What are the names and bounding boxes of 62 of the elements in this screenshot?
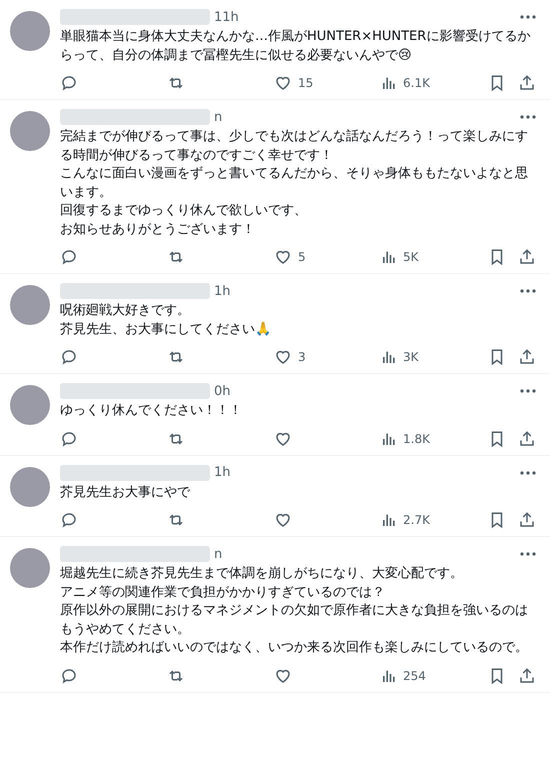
reply-text: 単眼猫本当に身体大丈夫なんかな…作風がHUNTER×HUNTERに影響受けてるからって、自分の体調まで冨樫先生に似せる必要ないんやで😢 (60, 28, 532, 64)
reply-text: 本作だけ読めればいいのではなく、いつか来る次回作も楽しみにしているので。 (60, 639, 529, 657)
share-icon[interactable] (518, 666, 536, 684)
avatar-placeholder[interactable] (10, 548, 50, 588)
view-count: 1.8K (403, 432, 430, 446)
timestamp[interactable]: 0h (214, 384, 231, 398)
views-icon[interactable] (381, 349, 397, 365)
share-icon[interactable] (518, 511, 536, 529)
avatar-placeholder[interactable] (10, 11, 50, 51)
more-icon[interactable] (520, 552, 536, 556)
view-count: 6.1K (403, 76, 430, 90)
views-icon[interactable] (381, 668, 397, 684)
avatar-placeholder[interactable] (10, 466, 50, 506)
like-count: 3 (298, 350, 306, 364)
timestamp[interactable]: 1h (214, 284, 231, 298)
reply-icon[interactable] (60, 430, 78, 448)
share-icon[interactable] (518, 248, 536, 266)
reply-icon[interactable] (60, 666, 78, 684)
share-icon[interactable] (518, 348, 536, 366)
timestamp[interactable]: 1h (214, 465, 231, 480)
reply-text: 完結までが伸びるって事は、少しでも次はどんな話なんだろう！って楽しみにする時間が伸びるって事なのですごく幸せです！ (60, 128, 529, 164)
share-icon[interactable] (518, 430, 536, 448)
view-count: 3K (403, 350, 419, 364)
reply-text: 堀越先生に続き芥見先生まで体調を崩しがちになり、大変心配です。 (60, 565, 464, 583)
timestamp[interactable]: n (214, 546, 222, 562)
reply-text: こんなに面白い漫画をずっと書いてるんだから、そりゃ身体ももたないよなと思います。 (60, 165, 529, 202)
view-count: 2.7K (403, 513, 430, 527)
reply-text: アニメ等の関連作業で負担がかかりすぎているのでは？ (60, 584, 386, 602)
views-icon[interactable] (381, 75, 397, 91)
more-icon[interactable] (520, 15, 536, 19)
reply-text: 芥見先生お大事にやで (60, 484, 192, 502)
avatar-placeholder[interactable] (10, 385, 50, 425)
reply-icon[interactable] (60, 511, 78, 529)
like-count: 5 (298, 250, 306, 264)
reply-text: お知らせありがとうございます！ (60, 220, 256, 238)
views-icon[interactable] (381, 512, 397, 528)
reply-icon[interactable] (60, 74, 78, 92)
reply-icon[interactable] (60, 248, 78, 266)
heart-icon[interactable] (274, 511, 292, 529)
share-icon[interactable] (518, 74, 536, 92)
avatar-placeholder[interactable] (10, 111, 50, 151)
more-icon[interactable] (520, 389, 536, 393)
more-icon[interactable] (520, 115, 536, 119)
reply-text: 呪術廻戦大好きです。 (60, 302, 191, 320)
view-count: 254 (403, 668, 426, 682)
like-count: 15 (298, 76, 314, 90)
reply-icon[interactable] (60, 348, 78, 366)
avatar-placeholder[interactable] (10, 285, 50, 325)
heart-icon[interactable] (274, 74, 292, 92)
reply-text: 芥見先生、お大事にしてください🙏 (60, 320, 272, 338)
more-icon[interactable] (520, 470, 536, 474)
reply-text: 回復するまでゆっくり休んで欲しいです、 (60, 202, 308, 220)
timestamp[interactable]: n (214, 110, 222, 124)
views-icon[interactable] (381, 430, 397, 446)
view-count: 5K (403, 250, 419, 264)
reply-text: 原作以外の展開におけるマネジメントの欠如で原作者に大きな負担を強いるのはもうやめてください。 (60, 602, 529, 638)
timestamp[interactable]: 11h (214, 10, 239, 24)
more-icon[interactable] (520, 289, 536, 293)
heart-icon[interactable] (274, 248, 292, 266)
heart-icon[interactable] (274, 348, 292, 366)
views-icon[interactable] (381, 249, 397, 265)
reply-text: ゆっくり休んでください！！！ (60, 402, 243, 420)
